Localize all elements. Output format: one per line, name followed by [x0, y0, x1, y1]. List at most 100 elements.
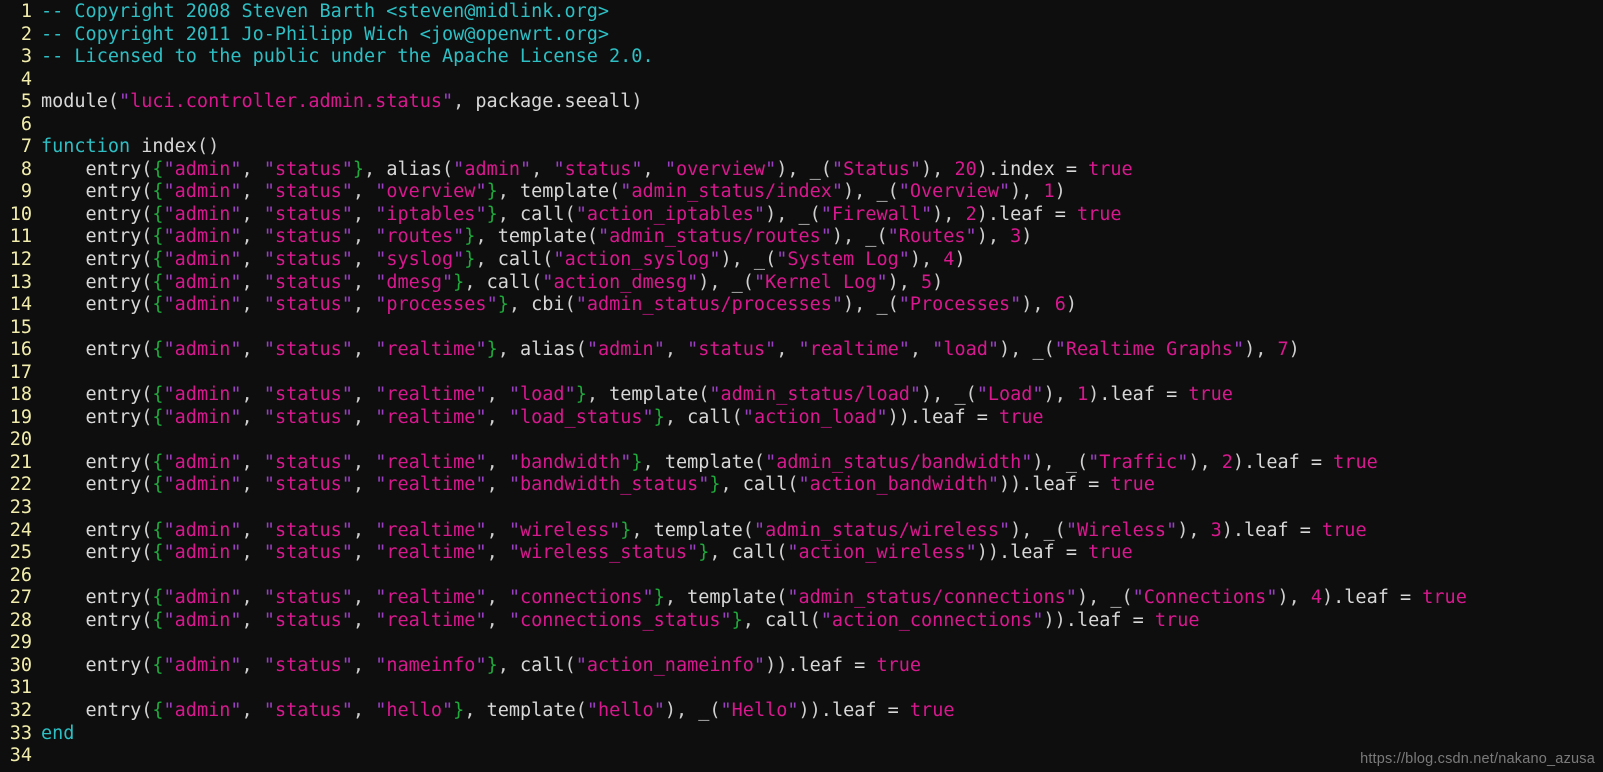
- code-line[interactable]: 2 -- Copyright 2011 Jo-Philipp Wich <jow@…: [0, 24, 1603, 47]
- comment-token: -- Copyright 2008 Steven Barth <steven@m…: [41, 1, 610, 22]
- string-token: luci.controller.admin.status: [130, 91, 442, 113]
- line-source[interactable]: entry({"admin", "status", "realtime", "l…: [41, 384, 1233, 405]
- line-source[interactable]: entry({"admin", "status", "realtime", "c…: [41, 610, 1200, 631]
- code-lines-container[interactable]: 1 -- Copyright 2008 Steven Barth <steven@…: [0, 0, 1603, 768]
- code-line[interactable]: 32 entry({"admin", "status", "hello"}, t…: [0, 700, 1603, 723]
- code-line[interactable]: 13 entry({"admin", "status", "dmesg"}, c…: [0, 272, 1603, 295]
- line-source[interactable]: end: [41, 723, 74, 744]
- punctuation-token: ): [631, 91, 643, 113]
- string-quote-token: ": [909, 384, 922, 406]
- string-token: realtime: [386, 474, 476, 496]
- code-line[interactable]: 19 entry({"admin", "status", "realtime",…: [0, 407, 1603, 430]
- line-source[interactable]: entry({"admin", "status", "realtime", "b…: [41, 452, 1378, 473]
- code-line[interactable]: 5 module("luci.controller.admin.status", …: [0, 91, 1603, 114]
- brace-token: {: [152, 158, 164, 180]
- line-source[interactable]: entry({"admin", "status", "iptables"}, c…: [41, 204, 1122, 225]
- line-number: 15: [9, 316, 32, 338]
- code-line[interactable]: 3 -- Licensed to the public under the Apa…: [0, 46, 1603, 69]
- punctuation-token: (: [709, 699, 721, 721]
- string-quote-token: ": [475, 406, 487, 428]
- line-source[interactable]: entry({"admin", "status", "dmesg"}, call…: [41, 271, 944, 293]
- punctuation-token: (: [442, 158, 454, 180]
- line-source[interactable]: entry({"admin", "status"}, alias("admin"…: [41, 159, 1133, 180]
- operator-token: .: [820, 699, 832, 721]
- code-line[interactable]: 12 entry({"admin", "status", "syslog"}, …: [0, 249, 1603, 272]
- code-line[interactable]: 29: [0, 632, 1603, 655]
- code-line[interactable]: 18 entry({"admin", "status", "realtime",…: [0, 384, 1603, 407]
- string-token: Traffic: [1099, 451, 1178, 473]
- line-source[interactable]: entry({"admin", "status", "routes"}, tem…: [41, 226, 1033, 248]
- punctuation-token: ,: [241, 339, 264, 361]
- code-line[interactable]: 7 function index(): [0, 136, 1603, 159]
- number-token: 3: [1010, 226, 1022, 248]
- code-line[interactable]: 15: [0, 317, 1603, 340]
- code-line[interactable]: 21 entry({"admin", "status", "realtime",…: [0, 452, 1603, 475]
- line-source[interactable]: module("luci.controller.admin.status", p…: [41, 91, 642, 112]
- line-number: 4: [20, 68, 32, 90]
- line-number: 31: [9, 677, 32, 699]
- punctuation-token: ,: [352, 654, 376, 676]
- line-number: 2: [20, 23, 32, 45]
- string-token: admin: [174, 406, 231, 428]
- string-token: admin: [174, 384, 231, 406]
- code-line[interactable]: 20: [0, 429, 1603, 452]
- string-quote-token: ": [898, 294, 910, 316]
- code-line[interactable]: 1 -- Copyright 2008 Steven Barth <steven@…: [0, 1, 1603, 24]
- punctuation-token: ,: [486, 384, 509, 406]
- line-source[interactable]: entry({"admin", "status", "nameinfo"}, c…: [41, 655, 921, 676]
- line-source[interactable]: entry({"admin", "status", "realtime", "w…: [41, 542, 1133, 563]
- string-quote-token: ": [341, 699, 353, 721]
- line-source[interactable]: entry({"admin", "status", "overview"}, t…: [41, 181, 1066, 202]
- line-source[interactable]: entry({"admin", "status", "syslog"}, cal…: [41, 249, 966, 270]
- string-quote-token: ": [1065, 519, 1077, 541]
- code-line[interactable]: 31: [0, 677, 1603, 700]
- line-source[interactable]: entry({"admin", "status", "processes"}, …: [41, 294, 1077, 315]
- line-source[interactable]: -- Copyright 2011 Jo-Philipp Wich <jow@o…: [41, 24, 609, 45]
- line-source[interactable]: -- Copyright 2008 Steven Barth <steven@m…: [41, 1, 609, 22]
- code-line[interactable]: 17: [0, 362, 1603, 385]
- code-line[interactable]: 28 entry({"admin", "status", "realtime",…: [0, 610, 1603, 633]
- line-source[interactable]: entry({"admin", "status", "realtime"}, a…: [41, 339, 1300, 360]
- code-line[interactable]: 22 entry({"admin", "status", "realtime",…: [0, 474, 1603, 497]
- code-line[interactable]: 8 entry({"admin", "status"}, alias("admi…: [0, 159, 1603, 182]
- brace-token: {: [152, 542, 164, 564]
- string-quote-token: ": [542, 271, 554, 293]
- identifier-token: call: [520, 203, 565, 225]
- code-line[interactable]: 24 entry({"admin", "status", "realtime",…: [0, 520, 1603, 543]
- line-source[interactable]: entry({"admin", "status", "realtime", "w…: [41, 520, 1367, 541]
- line-number: 24: [9, 519, 32, 541]
- string-quote-token: ": [375, 654, 387, 676]
- line-source[interactable]: entry({"admin", "status", "hello"}, temp…: [41, 699, 955, 721]
- code-line[interactable]: 16 entry({"admin", "status", "realtime"}…: [0, 339, 1603, 362]
- code-line[interactable]: 6: [0, 114, 1603, 137]
- punctuation-token: ,: [720, 474, 743, 496]
- code-line[interactable]: 25 entry({"admin", "status", "realtime",…: [0, 542, 1603, 565]
- identifier-token: entry: [41, 654, 142, 676]
- line-source[interactable]: -- Licensed to the public under the Apac…: [41, 46, 654, 67]
- code-line[interactable]: 14 entry({"admin", "status", "processes"…: [0, 294, 1603, 317]
- string-quote-token: ": [965, 226, 977, 248]
- line-source[interactable]: entry({"admin", "status", "realtime", "c…: [41, 587, 1467, 608]
- line-source[interactable]: entry({"admin", "status", "realtime", "b…: [41, 474, 1155, 495]
- line-source[interactable]: entry({"admin", "status", "realtime", "l…: [41, 407, 1044, 428]
- identifier-token: template: [653, 519, 743, 541]
- code-line[interactable]: 27 entry({"admin", "status", "realtime",…: [0, 587, 1603, 610]
- number-token: 4: [943, 249, 955, 271]
- code-viewer[interactable]: 1 -- Copyright 2008 Steven Barth <steven@…: [0, 0, 1603, 772]
- code-line[interactable]: 4: [0, 69, 1603, 92]
- string-token: admin: [174, 699, 231, 721]
- code-line[interactable]: 30 entry({"admin", "status", "nameinfo"}…: [0, 655, 1603, 678]
- boolean-token: true: [999, 406, 1044, 428]
- punctuation-token: ),: [1010, 181, 1044, 203]
- code-line[interactable]: 33 end: [0, 723, 1603, 746]
- punctuation-token: ,: [352, 249, 376, 271]
- line-source[interactable]: function index(): [41, 136, 219, 157]
- code-line[interactable]: 11 entry({"admin", "status", "routes"}, …: [0, 226, 1603, 249]
- code-line[interactable]: 10 entry({"admin", "status", "iptables"}…: [0, 204, 1603, 227]
- code-line[interactable]: 26: [0, 565, 1603, 588]
- line-number: 23: [9, 497, 32, 519]
- identifier-token: _: [1065, 451, 1077, 473]
- code-line[interactable]: 9 entry({"admin", "status", "overview"},…: [0, 181, 1603, 204]
- code-line[interactable]: 23: [0, 497, 1603, 520]
- punctuation-token: ),: [1076, 587, 1111, 609]
